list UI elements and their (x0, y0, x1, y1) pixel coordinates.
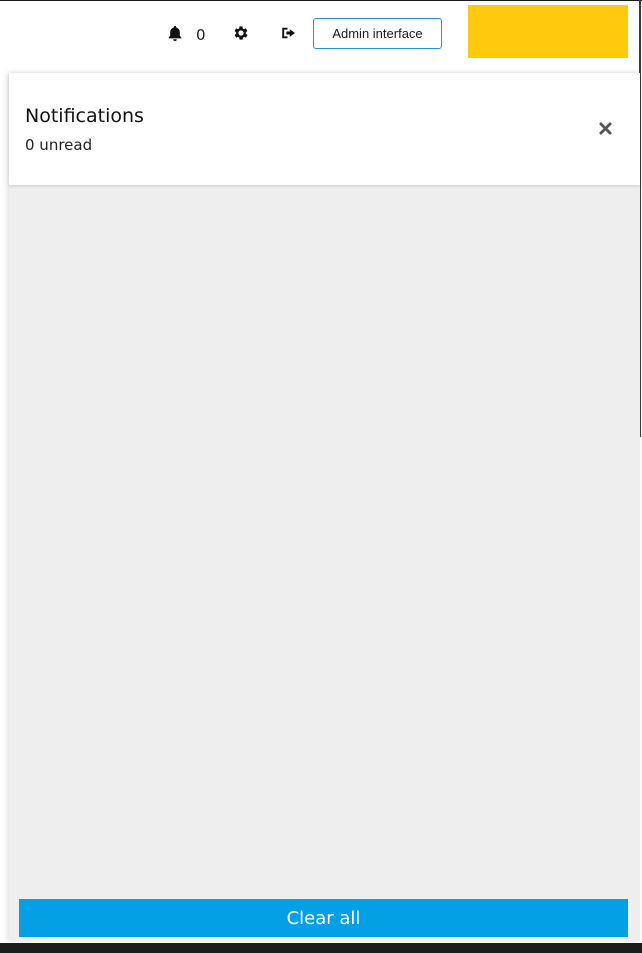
close-icon (598, 120, 612, 139)
panel-title: Notifications (25, 105, 144, 127)
bottom-bar (0, 943, 642, 953)
unread-count: 0 unread (25, 136, 93, 154)
app-page: 0 Admin interface Notifications 0 unread… (0, 0, 642, 953)
notifications-panel-header: Notifications 0 unread (9, 73, 640, 185)
top-header: 0 Admin interface (0, 1, 642, 71)
brand-logo-area[interactable] (468, 5, 628, 58)
admin-interface-button[interactable]: Admin interface (313, 18, 442, 49)
logout-button[interactable] (280, 19, 298, 51)
logout-icon (280, 24, 298, 46)
close-panel-button[interactable] (596, 120, 614, 138)
notifications-toggle[interactable]: 0 (166, 19, 206, 51)
gear-icon (232, 24, 250, 46)
bell-icon (166, 24, 184, 46)
notification-count: 0 (196, 26, 206, 44)
clear-all-button[interactable]: Clear all (19, 899, 628, 937)
settings-button[interactable] (232, 19, 250, 51)
notification-list (9, 186, 640, 886)
